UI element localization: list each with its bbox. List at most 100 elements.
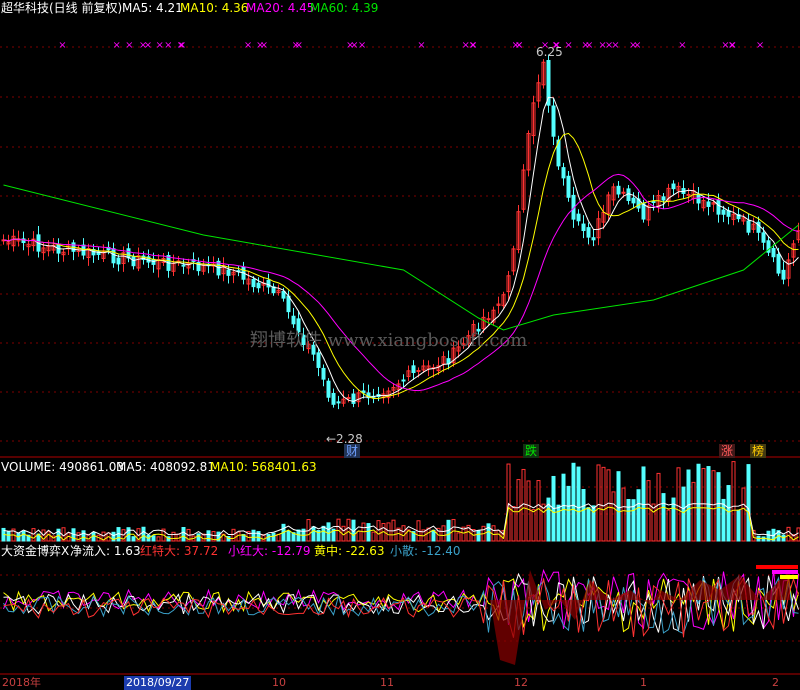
candle-body — [561, 167, 566, 179]
volume-bar — [506, 463, 511, 542]
volume-bar — [496, 529, 501, 542]
candle-body — [771, 247, 776, 258]
volume-bar — [601, 466, 606, 542]
signal-marker: × — [469, 40, 477, 51]
candle-body — [706, 201, 711, 207]
volume-bar — [131, 536, 136, 542]
signal-marker: × — [611, 40, 619, 51]
signal-marker: × — [461, 40, 469, 51]
signal-marker: × — [598, 40, 606, 51]
ma20-line — [3, 173, 799, 392]
volume-bar — [576, 466, 581, 542]
candle-body — [251, 278, 256, 288]
axis-date-dec: 12 — [514, 676, 528, 689]
candle-body — [321, 367, 326, 380]
axis-date-cursor[interactable]: 2018/09/27 — [124, 676, 192, 690]
volume-bar — [451, 518, 456, 542]
volume-bar — [696, 463, 701, 542]
signal-marker: × — [113, 40, 121, 51]
signal-marker: × — [292, 40, 300, 51]
candle-body — [631, 197, 636, 204]
volume-bar — [271, 532, 276, 542]
indicator-name: 大资金博弈X — [1, 544, 70, 558]
signal-marker: × — [756, 40, 764, 51]
volume-bar — [321, 525, 326, 542]
indicator-net-inflow: 净流入: 1.63 — [70, 544, 141, 558]
volume-bar — [746, 464, 751, 542]
volume-bar — [531, 509, 536, 542]
volume-bar — [346, 518, 351, 542]
candle-body — [591, 237, 596, 241]
volume-bar — [196, 533, 201, 542]
volume-bar — [681, 486, 686, 542]
signal-marker: × — [678, 40, 686, 51]
candle-body — [256, 282, 261, 289]
candle-body — [551, 105, 556, 137]
candle-body — [721, 209, 726, 215]
volume-bar — [761, 536, 766, 542]
volume-bar — [541, 503, 546, 542]
volume-bar — [366, 523, 371, 542]
volume-bar — [721, 498, 726, 542]
candle-body — [746, 220, 751, 233]
event-tag-earnings[interactable]: 财 — [344, 444, 361, 458]
volume-bar — [736, 509, 741, 542]
volume-bar — [46, 531, 51, 542]
candle-body — [181, 264, 186, 267]
axis-date-oct: 10 — [272, 676, 286, 689]
candle-body — [411, 365, 416, 374]
volume-bar — [596, 464, 601, 542]
indicator-small-scatter: 小散: -12.40 — [390, 544, 461, 558]
volume-bar — [626, 499, 631, 542]
event-tag-rise[interactable]: 涨 — [719, 444, 736, 458]
signal-marker: × — [125, 40, 133, 51]
signal-marker: × — [564, 40, 572, 51]
volume-bar — [691, 481, 696, 542]
candle-body — [291, 315, 296, 325]
volume-bar — [156, 536, 161, 542]
candle-body — [576, 213, 581, 222]
volume-ma5-line — [3, 502, 799, 537]
candle-body — [401, 379, 406, 382]
signal-marker: × — [155, 40, 163, 51]
volume-bar — [376, 520, 381, 542]
candle-body — [331, 392, 336, 405]
volume-bar — [606, 469, 611, 542]
volume-bar — [456, 532, 461, 542]
volume-bar — [296, 529, 301, 542]
volume-bar — [556, 504, 561, 542]
volume-bar — [21, 530, 26, 542]
volume-bar — [286, 530, 291, 542]
high-price-label: 6.25 — [536, 45, 563, 59]
volume-bar — [31, 528, 36, 542]
stock-title: 超华科技(日线 前复权) — [1, 1, 123, 15]
candle-body — [486, 318, 491, 321]
volume-bar — [151, 535, 156, 542]
volume-bar — [311, 526, 316, 542]
candle-body — [326, 380, 331, 398]
candle-body — [686, 193, 691, 196]
candle-body — [566, 175, 571, 198]
signal-marker: × — [515, 40, 523, 51]
event-tag-ranking[interactable]: 榜 — [750, 444, 767, 458]
volume-bar — [206, 530, 211, 542]
volume-bar — [571, 462, 576, 542]
volume-bar — [356, 530, 361, 542]
volume-bar — [711, 470, 716, 542]
candle-body — [776, 253, 781, 274]
volume-bar — [81, 530, 86, 542]
indicator-small-red: 小红大: -12.79 — [228, 544, 311, 558]
signal-marker: × — [417, 40, 425, 51]
volume-bar — [731, 461, 736, 542]
volume-bar — [616, 471, 621, 542]
volume-bar — [386, 522, 391, 542]
axis-date-jan: 1 — [640, 676, 647, 689]
signal-marker: × — [585, 40, 593, 51]
volume-bar — [666, 509, 671, 542]
candle-body — [266, 279, 271, 288]
volume-bar — [741, 487, 746, 542]
candle-body — [286, 295, 291, 313]
volume-bar — [651, 503, 656, 542]
candle-body — [621, 191, 626, 194]
event-tag-drop[interactable]: 跌 — [523, 444, 540, 458]
